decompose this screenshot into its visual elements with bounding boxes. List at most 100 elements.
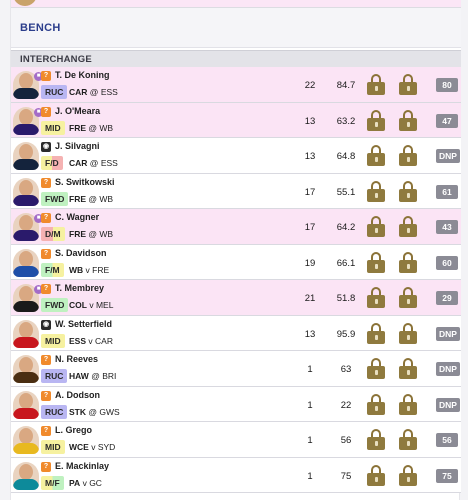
team-panel: BENCH INTERCHANGE ■? T. De Koning RUC CAR @…	[10, 0, 461, 500]
team: WCE	[69, 442, 89, 452]
player-row[interactable]: ■? T. De Koning RUC CAR @ ESS 22 84.7 80	[11, 67, 461, 103]
player-name[interactable]: N. Reeves	[55, 354, 98, 364]
lock-icon[interactable]	[367, 464, 385, 486]
position-badge: RUC	[41, 404, 68, 419]
lock-icon[interactable]	[399, 180, 417, 202]
player-row[interactable]: ? A. Dodson RUC STK @ GWS 1 22 DNP	[11, 386, 461, 422]
position-badge: FWD	[41, 191, 69, 206]
average-score: 95.9	[336, 328, 356, 340]
lock-icon[interactable]	[399, 393, 417, 415]
fixture: CAR @ ESS	[69, 87, 118, 97]
player-name[interactable]: J. Silvagni	[55, 141, 100, 151]
lock-icon[interactable]	[367, 429, 385, 450]
player-row[interactable]: ? S. Switkowski FWD FRE @ WB 17 55.1 61	[11, 173, 461, 209]
player-name[interactable]: T. De Koning	[55, 70, 110, 80]
player-row[interactable]: ■? T. Membrey FWD COL v MEL 21 51.8 29	[11, 280, 461, 316]
avatar[interactable]	[13, 319, 39, 348]
lock-icon[interactable]	[399, 322, 417, 344]
lock-icon[interactable]	[367, 180, 385, 202]
info-icon[interactable]: ?	[41, 106, 51, 117]
fixture-sep: @	[89, 158, 99, 168]
camera-icon[interactable]: ◉	[41, 319, 51, 330]
team: PA	[69, 477, 81, 488]
lock-icon[interactable]	[399, 145, 417, 166]
lock-icon[interactable]	[367, 251, 385, 273]
team: FRE	[69, 229, 86, 239]
lock-icon[interactable]	[399, 251, 417, 273]
lock-icon[interactable]	[399, 216, 417, 237]
info-icon[interactable]: ?	[41, 213, 51, 223]
player-name[interactable]: E. Mackinlay	[55, 461, 109, 471]
player-row[interactable]: ■? C. Wagner D/M FRE @ WB 17 64.2 43	[11, 209, 461, 245]
position-badge: RUC	[41, 369, 68, 383]
info-icon[interactable]: ?	[41, 248, 51, 259]
player-name[interactable]: S. Switkowski	[55, 177, 115, 187]
player-name[interactable]: L. Grego	[55, 425, 92, 435]
avatar[interactable]	[13, 177, 39, 206]
info-icon[interactable]: ?	[41, 71, 51, 81]
games-played: 1	[307, 470, 313, 482]
fixture: FRE @ WB	[69, 229, 113, 239]
lock-icon[interactable]	[367, 216, 385, 237]
info-icon[interactable]: ?	[41, 461, 51, 472]
camera-icon[interactable]: ◉	[41, 142, 51, 152]
player-row[interactable]: ? E. Mackinlay M/F PA v GC 1 75 75	[11, 457, 461, 493]
round-score: 47	[436, 113, 458, 128]
average-score: 84.7	[336, 80, 356, 91]
team: STK	[69, 406, 86, 417]
lock-icon[interactable]	[399, 74, 417, 95]
team: FRE	[69, 122, 86, 133]
lock-icon[interactable]	[367, 358, 385, 379]
info-icon[interactable]: ?	[41, 355, 51, 365]
lock-icon[interactable]	[399, 464, 417, 486]
avatar[interactable]	[13, 390, 39, 419]
player-row[interactable]: ◉ J. Silvagni F/D CAR @ ESS 13 64.8 DNP	[11, 138, 461, 174]
player-row[interactable]: ? L. Grego MID WCE v SYD 1 56 56	[11, 422, 461, 458]
opponent: WB	[99, 229, 114, 239]
player-row[interactable]: ■? J. O'Meara MID FRE @ WB 13 63.2 47	[11, 102, 461, 138]
info-icon[interactable]: ?	[41, 177, 51, 188]
player-name[interactable]: A. Dodson	[55, 390, 100, 400]
lock-icon[interactable]	[399, 429, 417, 450]
fixture-sep: v	[85, 264, 90, 275]
avatar[interactable]	[13, 248, 39, 277]
opponent: GC	[89, 477, 102, 488]
fixture: FRE @ WB	[69, 123, 113, 133]
games-played: 21	[304, 293, 316, 304]
info-icon[interactable]: ?	[41, 390, 51, 401]
fixture-sep: @	[89, 87, 99, 97]
avatar[interactable]	[13, 461, 39, 490]
fixture-sep: v	[91, 442, 96, 452]
player-row[interactable]: ? N. Reeves RUC HAW @ BRI 1 63 DNP	[11, 351, 461, 387]
bench-section-header[interactable]: BENCH	[11, 8, 461, 48]
lock-icon[interactable]	[399, 358, 417, 379]
fixture: PA v GC	[69, 478, 102, 488]
player-row[interactable]: ◉ W. Setterfield MID ESS v CAR 13 95.9 DNP	[11, 315, 461, 351]
lock-icon[interactable]	[367, 322, 385, 344]
info-icon[interactable]: ?	[41, 426, 51, 436]
lock-icon[interactable]	[367, 145, 385, 166]
games-played: 17	[304, 186, 316, 198]
player-row[interactable]: ? S. Davidson F/M WB v FRE 19 66.1 60	[11, 244, 461, 280]
info-icon[interactable]: ?	[41, 284, 51, 294]
avatar[interactable]	[13, 142, 39, 170]
player-name[interactable]: T. Membrey	[55, 283, 104, 293]
player-name[interactable]: S. Davidson	[55, 248, 107, 258]
opponent: SYD	[97, 442, 116, 452]
player-name[interactable]: J. O'Meara	[55, 106, 100, 116]
lock-icon[interactable]	[367, 287, 385, 308]
opponent: WB	[99, 193, 114, 204]
round-score: DNP	[436, 397, 460, 412]
player-name[interactable]: C. Wagner	[55, 212, 99, 222]
lock-icon[interactable]	[367, 393, 385, 415]
player-name[interactable]: W. Setterfield	[55, 319, 112, 329]
avatar[interactable]	[13, 426, 39, 454]
team: FRE	[69, 193, 86, 204]
lock-icon[interactable]	[367, 109, 385, 131]
lock-icon[interactable]	[399, 109, 417, 131]
lock-icon[interactable]	[367, 74, 385, 95]
fixture: COL v MEL	[69, 300, 113, 310]
fixture-sep: @	[88, 406, 98, 417]
avatar[interactable]	[13, 355, 39, 383]
lock-icon[interactable]	[399, 287, 417, 308]
